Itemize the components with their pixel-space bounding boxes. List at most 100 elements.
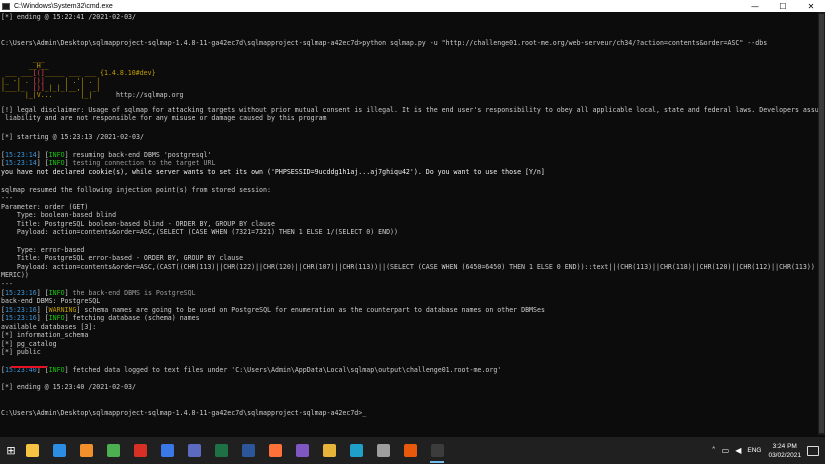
- ending-line: [*] ending @ 15:23:40 /2021-02-03/: [1, 383, 136, 391]
- log-level: INFO: [48, 314, 65, 322]
- legal-disclaimer: [!] legal disclaimer: Usage of sqlmap fo…: [1, 106, 818, 114]
- cmd-taskbar-button[interactable]: [427, 437, 447, 464]
- sublime-text-taskbar-button[interactable]: [76, 437, 96, 464]
- log-message: the back-end DBMS is PostgreSQL: [68, 289, 196, 297]
- firefox-taskbar-button[interactable]: [265, 437, 285, 464]
- orange-app-icon: [403, 444, 417, 457]
- orange-app-taskbar-button[interactable]: [400, 437, 420, 464]
- log-message: testing connection to the target URL: [68, 159, 216, 167]
- window-title-bar[interactable]: C:\Windows\System32\cmd.exe — ☐ ✕: [0, 0, 825, 12]
- language-indicator[interactable]: ENG: [747, 447, 761, 454]
- red-app-icon: [133, 444, 147, 457]
- log-line: [15:23:14] [INFO] testing connection to …: [1, 159, 216, 167]
- available-databases: available databases [3]:: [1, 323, 97, 331]
- tray-overflow-icon[interactable]: ˄: [712, 446, 716, 455]
- red-app-taskbar-button[interactable]: [130, 437, 150, 464]
- purple-app-taskbar-button[interactable]: [292, 437, 312, 464]
- parameter-line: Parameter: order (GET): [1, 203, 89, 211]
- log-level: WARNING: [48, 306, 77, 314]
- notification-icon[interactable]: [807, 445, 819, 456]
- excel-taskbar-button[interactable]: [211, 437, 231, 464]
- minimize-button[interactable]: —: [741, 0, 769, 12]
- window-controls: — ☐ ✕: [741, 0, 825, 12]
- file-explorer-taskbar-button[interactable]: [22, 437, 42, 464]
- cookie-prompt: you have not declared cookie(s), while s…: [1, 168, 545, 176]
- blue-app-taskbar-button[interactable]: [157, 437, 177, 464]
- log-message: fetched data logged to text files under …: [68, 366, 502, 374]
- log-line: [15:23:40] [INFO] fetched data logged to…: [1, 366, 502, 374]
- injection-payload: Payload: action=contents&order=ASC,(CAST…: [1, 263, 818, 271]
- starting-line: [*] starting @ 15:23:13 /2021-02-03/: [1, 133, 144, 141]
- excel-icon: [214, 444, 228, 457]
- separator: ---: [1, 280, 13, 288]
- vm-app-taskbar-button[interactable]: [184, 437, 204, 464]
- legal-disclaimer: liability and are not responsible for an…: [1, 114, 327, 122]
- start-button[interactable]: ⊞: [0, 437, 22, 464]
- console-output[interactable]: [*] ending @ 15:22:41 /2021-02-03/ C:\Us…: [0, 13, 818, 435]
- visual-studio-code-taskbar-button[interactable]: [49, 437, 69, 464]
- injection-type: Type: error-based: [1, 246, 85, 254]
- network-icon[interactable]: ▭: [722, 446, 730, 455]
- injection-type: Type: boolean-based blind: [1, 211, 117, 219]
- purple-app-icon: [295, 444, 309, 457]
- edge-taskbar-button[interactable]: [346, 437, 366, 464]
- log-level: INFO: [48, 366, 65, 374]
- command-prompt[interactable]: C:\Users\Admin\Desktop\sqlmapproject-sql…: [1, 409, 366, 417]
- log-level: INFO: [48, 159, 65, 167]
- taskbar: ⊞ ˄ ▭ ◀ ENG 3:24 PM 03/02/2021: [0, 437, 825, 464]
- injection-payload: Payload: action=contents&order=ASC,(SELE…: [1, 228, 398, 236]
- sqlmap-logo-line: |_|V... |_|: [1, 91, 105, 99]
- volume-icon[interactable]: ◀: [735, 446, 741, 455]
- vm-app-icon: [187, 444, 201, 457]
- log-timestamp: 15:23:16: [4, 314, 37, 322]
- taskbar-apps: [22, 437, 454, 464]
- log-timestamp: 15:23:14: [4, 159, 37, 167]
- log-level: INFO: [48, 289, 65, 297]
- log-timestamp: 15:23:16: [4, 306, 37, 314]
- log-timestamp: 15:23:16: [4, 289, 37, 297]
- database-item: [*] information_schema: [1, 331, 89, 339]
- sqlmap-logo-line: ___ ___[(]_____ ___ ___: [1, 69, 105, 77]
- sublime-text-icon: [79, 444, 93, 457]
- log-line: [15:23:16] [INFO] the back-end DBMS is P…: [1, 289, 196, 297]
- word-taskbar-button[interactable]: [238, 437, 258, 464]
- cmd-app-icon: [2, 2, 10, 10]
- window-title: C:\Windows\System32\cmd.exe: [14, 2, 113, 10]
- firefox-icon: [268, 444, 282, 457]
- green-app-icon: [106, 444, 120, 457]
- file-explorer-icon: [25, 444, 39, 457]
- vertical-scrollbar[interactable]: [818, 12, 825, 435]
- green-app-taskbar-button[interactable]: [103, 437, 123, 464]
- maximize-button[interactable]: ☐: [769, 0, 797, 12]
- backend-dbms-line: back-end DBMS: PostgreSQL: [1, 297, 101, 305]
- log-timestamp: 15:23:14: [4, 151, 37, 159]
- clock-time: 3:24 PM: [772, 442, 797, 450]
- system-tray: ˄ ▭ ◀ ENG 3:24 PM 03/02/2021: [709, 437, 825, 464]
- visual-studio-code-icon: [52, 444, 66, 457]
- injection-title: Title: PostgreSQL boolean-based blind - …: [1, 220, 275, 228]
- word-icon: [241, 444, 255, 457]
- separator: ---: [1, 194, 13, 202]
- cmd-icon: [430, 444, 444, 457]
- prompt-path: C:\Users\Admin\Desktop\sqlmapproject-sql…: [1, 409, 363, 417]
- injection-payload-wrap: MERIC)): [1, 271, 29, 279]
- edge-icon: [349, 444, 363, 457]
- scrollbar-thumb[interactable]: [819, 14, 824, 433]
- injection-title: Title: PostgreSQL error-based - ORDER BY…: [1, 254, 244, 262]
- blue-app-icon: [160, 444, 174, 457]
- log-line: [15:23:16] [WARNING] schema names are go…: [1, 306, 545, 314]
- gray-app-icon: [376, 444, 390, 457]
- red-underline-annotation: [11, 366, 47, 368]
- log-message: fetching database (schema) names: [68, 314, 200, 322]
- log-level: INFO: [48, 151, 65, 159]
- chrome-icon: [322, 444, 336, 457]
- clock[interactable]: 3:24 PM 03/02/2021: [768, 442, 801, 460]
- command-line: C:\Users\Admin\Desktop\sqlmapproject-sql…: [1, 39, 768, 47]
- chrome-taskbar-button[interactable]: [319, 437, 339, 464]
- windows-icon: ⊞: [6, 444, 16, 457]
- close-button[interactable]: ✕: [797, 0, 825, 12]
- gray-app-taskbar-button[interactable]: [373, 437, 393, 464]
- clock-date: 03/02/2021: [768, 451, 801, 459]
- console-line: [*] ending @ 15:22:41 /2021-02-03/: [1, 13, 136, 21]
- log-message: resuming back-end DBMS 'postgresql': [68, 151, 212, 159]
